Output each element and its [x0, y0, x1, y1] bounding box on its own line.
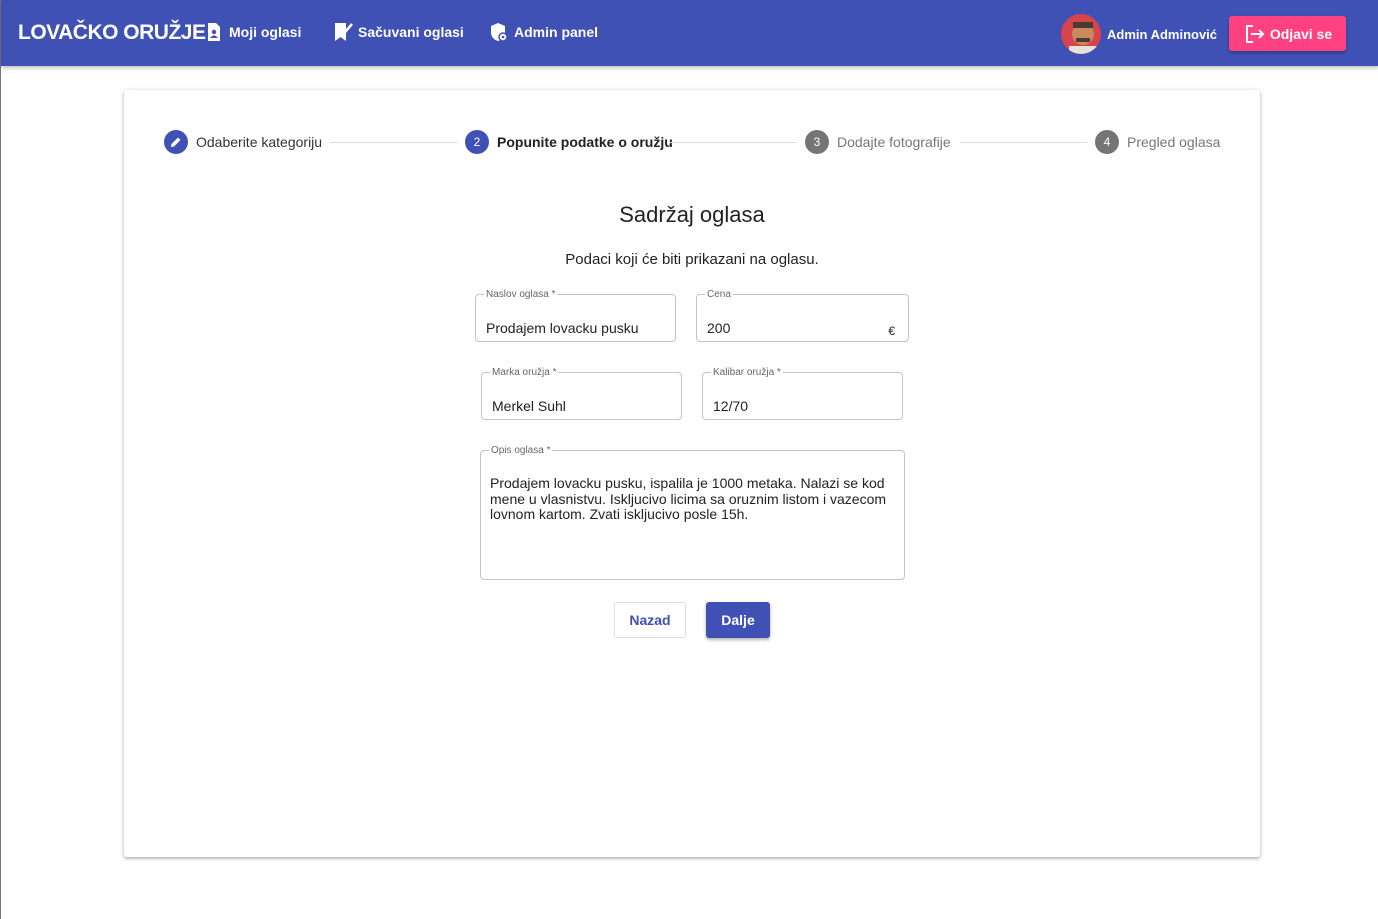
logout-button[interactable]: Odjavi se [1229, 16, 1346, 51]
step-connector [669, 142, 797, 143]
brand-logo[interactable]: LOVAČKO ORUŽJE [18, 21, 206, 45]
step-fill-details[interactable]: 2 Popunite podatke o oružju [465, 130, 673, 154]
step-add-photos[interactable]: 3 Dodajte fotografije [805, 130, 951, 154]
step-label: Odaberite kategoriju [196, 134, 323, 150]
next-button[interactable]: Dalje [706, 602, 770, 638]
document-person-icon [208, 23, 220, 41]
nav-admin-panel-label: Admin panel [514, 24, 599, 40]
step-number-circle: 2 [465, 130, 489, 154]
nav-my-ads-label: Moji oglasi [229, 24, 302, 40]
step-done-circle [164, 130, 188, 154]
price-field-label: Cena [707, 289, 731, 300]
nav-my-ads[interactable]: Moji oglasi [204, 22, 301, 42]
avatar [1061, 14, 1101, 54]
title-field[interactable]: Naslov oglasa * Prodajem lovacku pusku [475, 289, 676, 342]
caliber-field[interactable]: Kalibar oružja * 12/70 [702, 367, 903, 420]
shield-gear-icon [491, 23, 508, 42]
form-card: Odaberite kategoriju 2 Popunite podatke … [124, 90, 1260, 857]
step-select-category[interactable]: Odaberite kategoriju [164, 130, 322, 154]
currency-suffix: € [888, 324, 895, 338]
logout-icon [1245, 24, 1265, 43]
step-label: Dodajte fotografije [837, 134, 951, 150]
nav-saved-ads[interactable]: Sačuvani oglasi [333, 22, 464, 42]
description-textarea[interactable]: Prodajem lovacku pusku, ispalila je 1000… [490, 475, 892, 523]
step-number-circle: 4 [1095, 130, 1119, 154]
title-input[interactable]: Prodajem lovacku pusku [486, 320, 639, 336]
app-bar: LOVAČKO ORUŽJE Moji oglasi Sačuvani ogla… [1, 0, 1378, 66]
form-subheading: Podaci koji će biti prikazani na oglasu. [565, 251, 819, 268]
step-label: Pregled oglasa [1127, 134, 1221, 150]
description-field-label: Opis oglasa * [491, 445, 551, 456]
pencil-icon [171, 137, 181, 147]
user-profile[interactable]: Admin Adminović [1061, 14, 1217, 54]
caliber-field-label: Kalibar oružja * [713, 367, 781, 378]
title-field-label: Naslov oglasa * [486, 289, 556, 300]
step-review[interactable]: 4 Pregled oglasa [1095, 130, 1220, 154]
step-connector [330, 142, 457, 143]
brand-field-label: Marka oružja * [492, 367, 557, 378]
step-number-circle: 3 [805, 130, 829, 154]
price-input[interactable]: 200 [707, 320, 730, 336]
bookmark-check-icon [335, 23, 353, 41]
logout-label: Odjavi se [1269, 25, 1333, 42]
nav-admin-panel[interactable]: Admin panel [489, 22, 598, 42]
back-button[interactable]: Nazad [614, 602, 686, 638]
form-heading: Sadržaj oglasa [619, 202, 765, 227]
caliber-input[interactable]: 12/70 [713, 398, 748, 414]
nav-saved-ads-label: Sačuvani oglasi [358, 24, 464, 40]
price-field[interactable]: Cena 200 € [696, 289, 909, 342]
user-name: Admin Adminović [1107, 26, 1218, 42]
step-connector [960, 142, 1087, 143]
brand-input[interactable]: Merkel Suhl [492, 398, 566, 414]
step-label: Popunite podatke o oružju [497, 134, 673, 150]
description-field[interactable]: Opis oglasa * Prodajem lovacku pusku, is… [480, 445, 905, 580]
brand-field[interactable]: Marka oružja * Merkel Suhl [481, 367, 682, 420]
